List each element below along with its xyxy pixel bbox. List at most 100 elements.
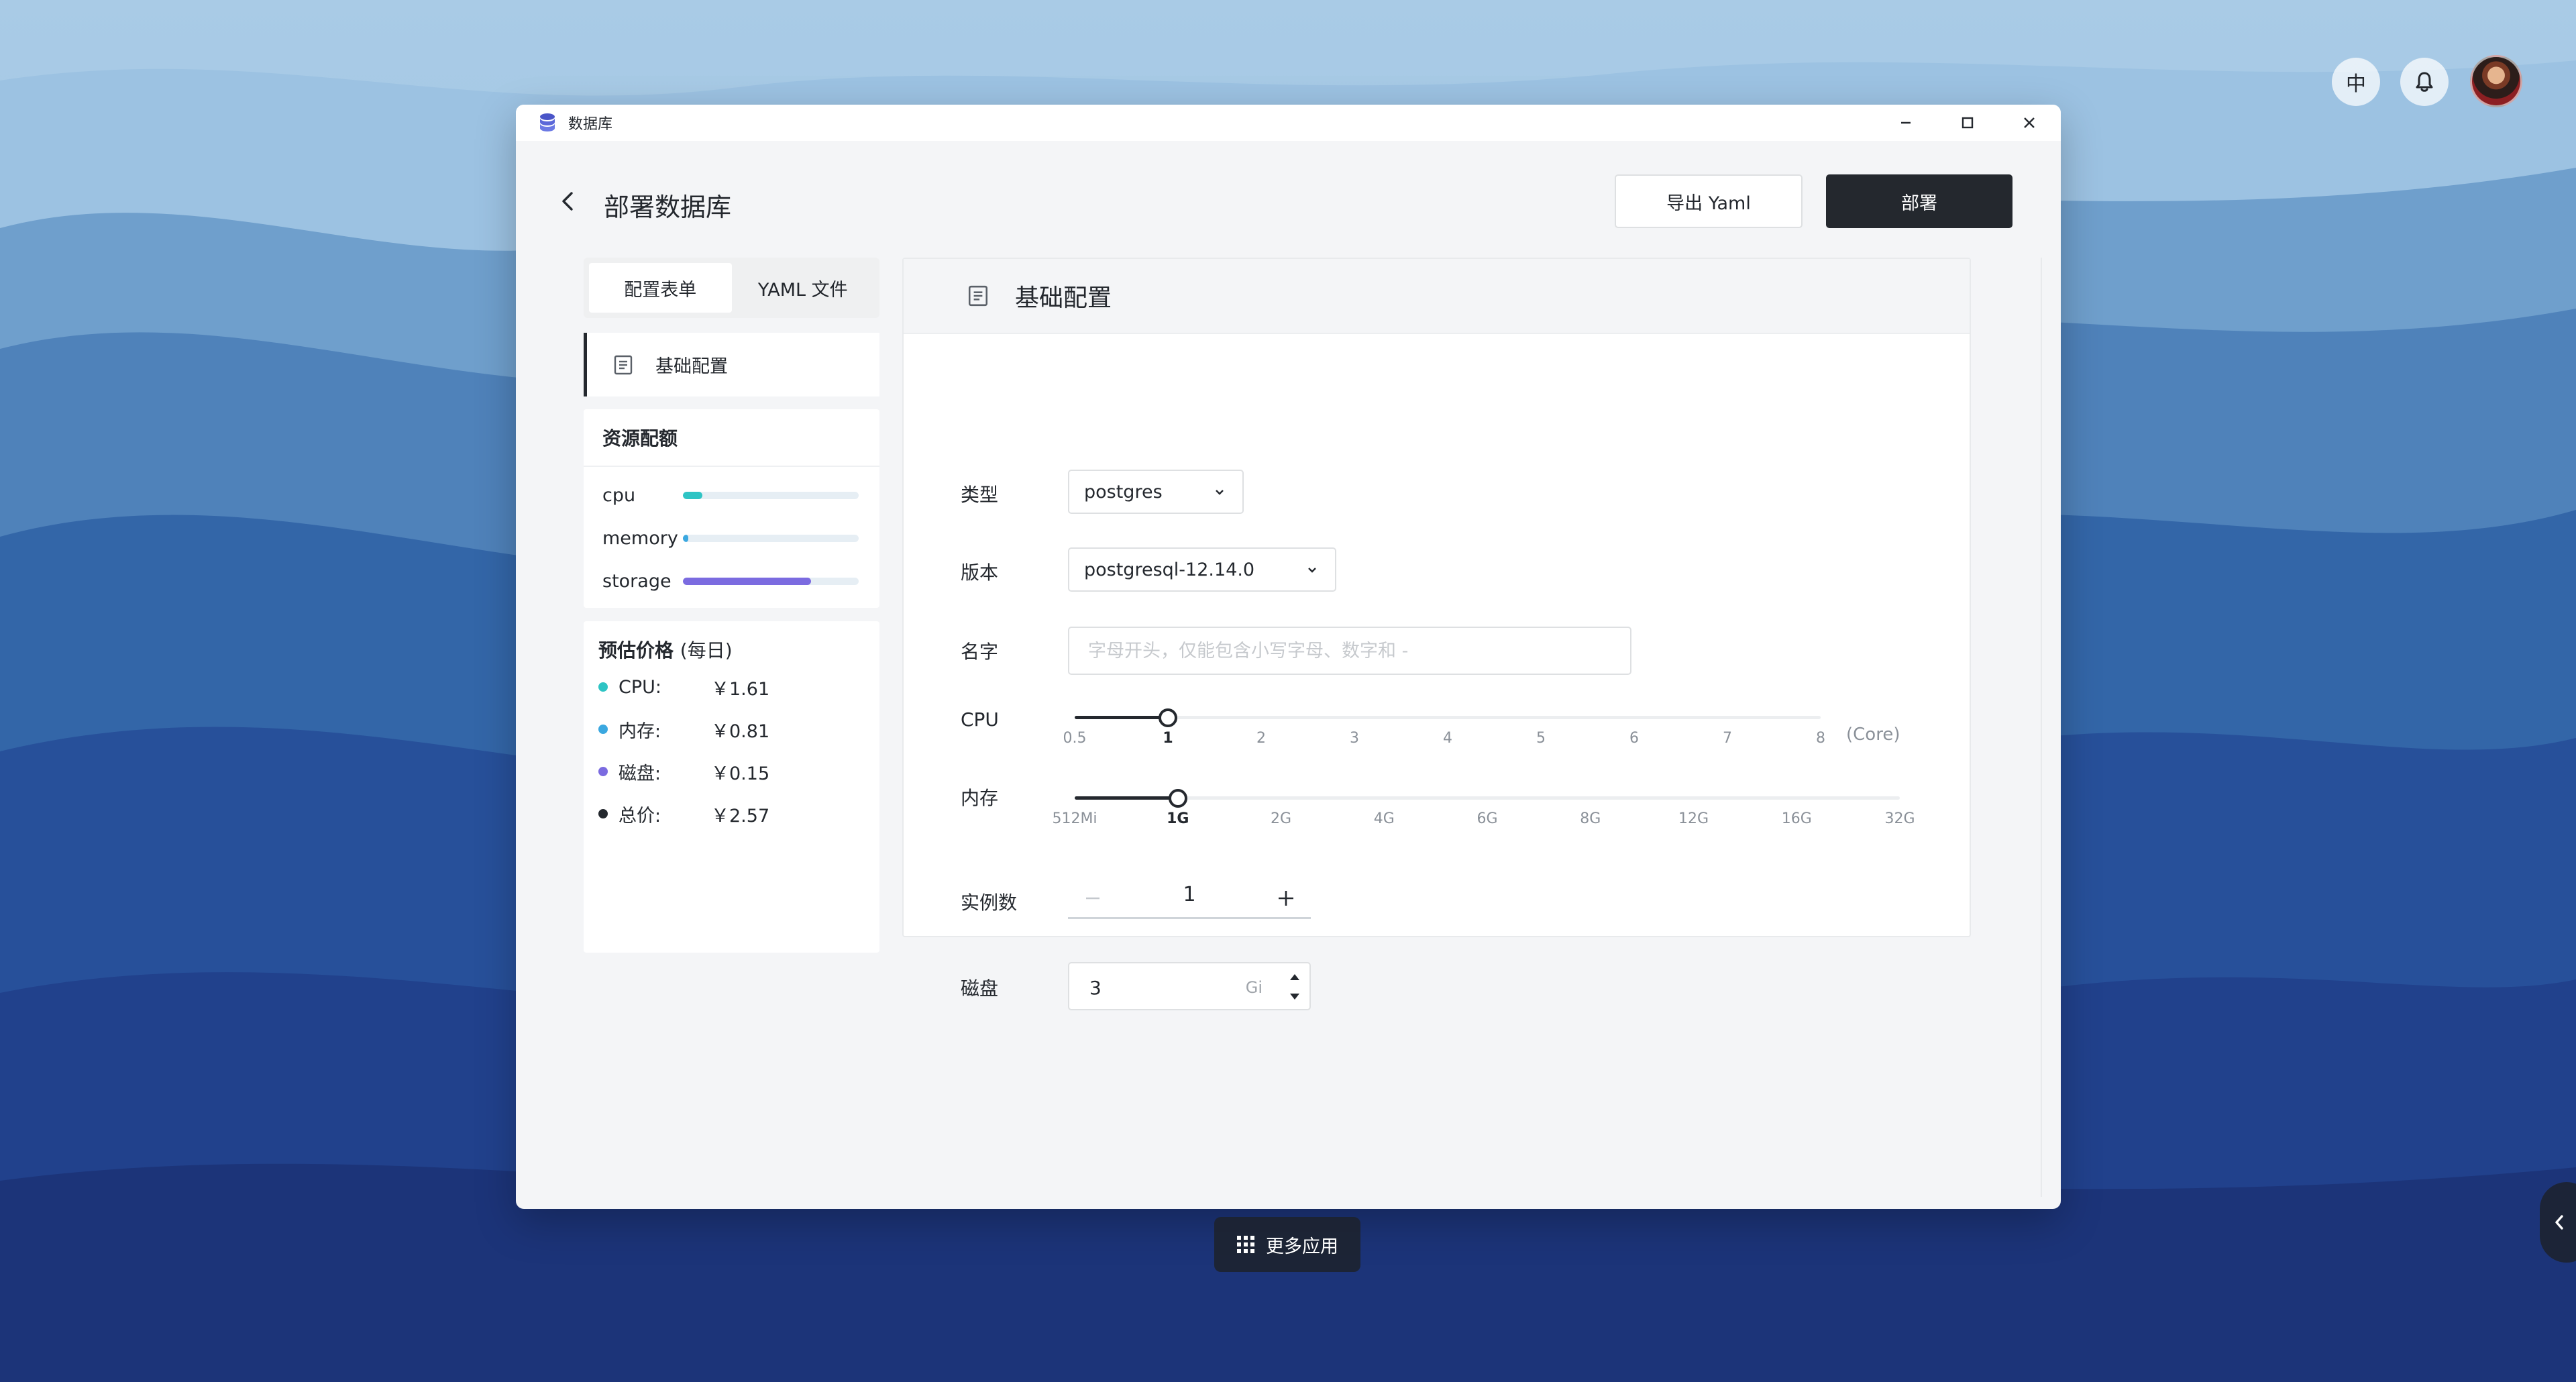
price-label: 磁盘:: [619, 763, 661, 784]
price-row-disk: 磁盘: ￥0.15: [598, 758, 769, 785]
memory-tick-label[interactable]: 2G: [1271, 810, 1291, 827]
disk-label: 磁盘: [961, 977, 999, 1000]
back-arrow-icon[interactable]: [555, 188, 582, 215]
quota-row-memory: memory: [602, 525, 864, 551]
plus-icon: [1279, 891, 1293, 906]
price-label: 总价:: [619, 805, 661, 827]
language-label: 中: [2346, 72, 2366, 96]
price-value: ￥0.81: [711, 721, 770, 742]
database-app-icon: [540, 113, 555, 131]
tab-config-form[interactable]: 配置表单: [589, 263, 732, 313]
export-yaml-button[interactable]: 导出 Yaml: [1615, 174, 1803, 228]
page-header: 部署数据库 导出 Yaml 部署: [516, 141, 2061, 240]
legend-dot: [598, 725, 608, 734]
bell-icon: [2416, 72, 2433, 92]
version-label: 版本: [961, 562, 999, 584]
replicas-label: 实例数: [961, 892, 1018, 914]
replicas-stepper: 1: [1068, 876, 1311, 919]
disk-unit: Gi: [1245, 978, 1263, 997]
memory-tick-label[interactable]: 8G: [1580, 810, 1601, 827]
maximize-icon: [1962, 117, 1974, 129]
cpu-tick-label[interactable]: 8: [1816, 730, 1825, 747]
price-subtitle: (每日): [680, 639, 733, 661]
memory-tick-label[interactable]: 4G: [1374, 810, 1395, 827]
legend-dot: [598, 682, 608, 692]
cpu-tick-label[interactable]: 3: [1350, 730, 1359, 747]
nav-item-basic-config[interactable]: 基础配置: [584, 333, 879, 396]
quota-track: [683, 577, 859, 585]
deploy-button[interactable]: 部署: [1826, 174, 2012, 228]
increment-button[interactable]: [1269, 882, 1303, 915]
cpu-tick-label[interactable]: 1: [1163, 730, 1173, 747]
memory-tick-label[interactable]: 16G: [1782, 810, 1812, 827]
scrollbar-track[interactable]: [2041, 258, 2042, 1197]
memory-tick-label[interactable]: 6G: [1477, 810, 1497, 827]
tab-yaml-file[interactable]: YAML 文件: [732, 263, 875, 313]
notification-button[interactable]: [2400, 58, 2449, 106]
price-label: 内存:: [619, 721, 661, 742]
memory-tick-label[interactable]: 12G: [1678, 810, 1709, 827]
quota-label: memory: [602, 527, 678, 549]
cpu-tick-label[interactable]: 5: [1536, 730, 1546, 747]
type-label: 类型: [961, 484, 999, 506]
memory-slider[interactable]: [1075, 788, 1900, 808]
type-select-value: postgres: [1084, 481, 1163, 502]
page-title: 部署数据库: [604, 193, 732, 222]
chevron-down-icon: [1308, 568, 1316, 573]
price-title: 预估价格 (每日): [598, 636, 733, 663]
quota-fill-storage: [683, 577, 812, 585]
name-input[interactable]: [1068, 627, 1631, 675]
disk-size-input[interactable]: 3 Gi: [1068, 962, 1311, 1010]
type-select[interactable]: postgres: [1068, 470, 1244, 514]
spin-down-icon[interactable]: [1287, 990, 1303, 1004]
cpu-tick-label[interactable]: 7: [1723, 730, 1732, 747]
price-title-text: 预估价格: [598, 639, 674, 661]
quota-label: storage: [602, 570, 672, 592]
cpu-tick-label[interactable]: 6: [1629, 730, 1639, 747]
minimize-icon: [1901, 121, 1911, 124]
cpu-tick-label[interactable]: 0.5: [1063, 730, 1087, 747]
memory-tick-label[interactable]: 32G: [1884, 810, 1915, 827]
grid-icon: [1237, 1236, 1254, 1253]
name-label: 名字: [961, 641, 999, 663]
memory-tick-label[interactable]: 512Mi: [1052, 810, 1097, 827]
chevron-left-icon: [2555, 1215, 2563, 1230]
price-row-total: 总价: ￥2.57: [598, 800, 769, 827]
disk-value: 3: [1089, 977, 1102, 999]
memory-label: 内存: [961, 787, 999, 809]
price-value: ￥2.57: [711, 805, 770, 827]
database-window: 数据库 部署数据库 导出 Yaml 部署 配置表单 YAML 文件 基础配置 资…: [516, 105, 2061, 1209]
memory-tick-label[interactable]: 1G: [1167, 810, 1189, 827]
quota-title: 资源配额: [602, 427, 678, 449]
quota-fill-memory: [683, 534, 688, 542]
minimize-button[interactable]: [1875, 105, 1937, 141]
document-icon: [968, 285, 988, 307]
user-avatar[interactable]: [2470, 55, 2522, 107]
cpu-slider-handle[interactable]: [1159, 708, 1177, 727]
price-label: CPU:: [619, 676, 661, 698]
cpu-tick-label[interactable]: 4: [1443, 730, 1452, 747]
cpu-slider[interactable]: [1075, 707, 1821, 727]
spin-up-icon[interactable]: [1287, 970, 1303, 984]
close-button[interactable]: [1998, 105, 2060, 141]
config-mode-tabs: 配置表单 YAML 文件: [584, 258, 879, 318]
quota-track: [683, 534, 859, 542]
legend-dot: [598, 809, 608, 818]
quota-track: [683, 491, 859, 499]
maximize-button[interactable]: [1937, 105, 1998, 141]
price-row-cpu: CPU: ￥1.61: [598, 674, 769, 700]
version-select-value: postgresql-12.14.0: [1084, 559, 1255, 580]
resource-quota-card: 资源配额 cpu memory storage: [584, 409, 879, 608]
memory-slider-handle[interactable]: [1168, 789, 1187, 808]
section-title: 基础配置: [1015, 284, 1112, 312]
side-panel-toggle[interactable]: [2540, 1182, 2576, 1263]
version-select[interactable]: postgresql-12.14.0: [1068, 547, 1336, 592]
window-title: 数据库: [568, 116, 613, 133]
slider-track: [1075, 716, 1821, 719]
cpu-tick-label[interactable]: 2: [1256, 730, 1266, 747]
quota-label: cpu: [602, 484, 636, 506]
more-apps-button[interactable]: 更多应用: [1214, 1217, 1360, 1272]
nav-item-label: 基础配置: [655, 356, 728, 377]
language-switch-button[interactable]: 中: [2332, 58, 2380, 106]
price-estimate-card: 预估价格 (每日) CPU: ￥1.61 内存: ￥0.81 磁盘: ￥0.15…: [584, 621, 879, 953]
